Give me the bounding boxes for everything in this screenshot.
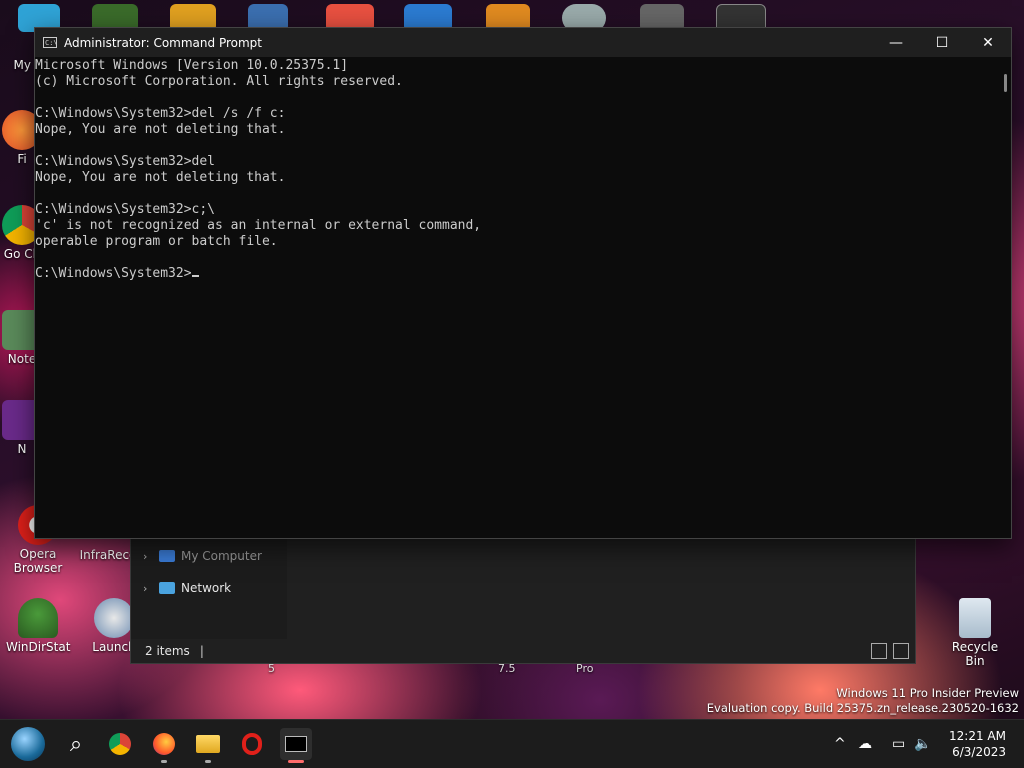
console-line: (c) Microsoft Corporation. All rights re… bbox=[35, 74, 403, 89]
cmd-app-icon: C:\ bbox=[43, 37, 58, 48]
taskbar: ⌕ ^ ☁ ▭ 🔈 12:21 AM 6/3/2023 bbox=[0, 719, 1024, 768]
search-icon: ⌕ bbox=[69, 731, 83, 757]
active-indicator bbox=[288, 760, 304, 763]
console-line: Nope, You are not deleting that. bbox=[35, 170, 286, 185]
prompt-text: C:\Windows\System32> bbox=[35, 266, 192, 281]
windirstat-desktop-icon[interactable]: WinDirStat bbox=[6, 598, 70, 654]
details-view-icon[interactable] bbox=[871, 643, 887, 659]
nav-item-label: My Computer bbox=[181, 549, 262, 563]
onedrive-icon[interactable]: ☁ bbox=[858, 736, 888, 752]
windows-watermark: Windows 11 Pro Insider Preview Evaluatio… bbox=[707, 686, 1019, 716]
console-line: C:\Windows\System32>c;\ bbox=[35, 202, 216, 217]
command-prompt-window[interactable]: C:\ Administrator: Command Prompt — ☐ ✕ … bbox=[34, 27, 1012, 539]
recycle-bin-desktop-icon[interactable]: Recycle Bin bbox=[942, 598, 1008, 668]
desktop-icon-label: WinDirStat bbox=[6, 640, 71, 654]
desktop-icon-label: N bbox=[17, 442, 27, 456]
desktop-icon-label: Note bbox=[7, 352, 37, 366]
computer-icon bbox=[159, 550, 175, 562]
running-indicator bbox=[161, 760, 167, 763]
nav-item-label: Network bbox=[181, 581, 232, 595]
firefox-taskbar-button[interactable] bbox=[148, 728, 180, 763]
terminal-taskbar-button[interactable] bbox=[280, 728, 312, 763]
console-line: C:\Windows\System32>del bbox=[35, 154, 216, 169]
desktop-icon-label: Recycle Bin bbox=[951, 640, 999, 668]
item-count: 2 items bbox=[145, 644, 190, 658]
recycle-bin-icon bbox=[959, 598, 991, 638]
running-indicator bbox=[205, 760, 211, 763]
system-tray: ^ ☁ ▭ 🔈 bbox=[834, 720, 934, 768]
search-button[interactable]: ⌕ bbox=[60, 728, 92, 760]
close-button[interactable]: ✕ bbox=[965, 28, 1011, 57]
window-controls: — ☐ ✕ bbox=[873, 28, 1011, 57]
firefox-icon bbox=[153, 733, 175, 755]
explorer-nav-pane: › My Computer › Network bbox=[131, 539, 287, 639]
windirstat-tree-icon bbox=[18, 598, 58, 638]
clock-time: 12:21 AM bbox=[949, 729, 1006, 743]
show-hidden-icons-chevron-icon[interactable]: ^ bbox=[834, 736, 850, 752]
text-cursor bbox=[191, 275, 199, 277]
clock-date: 6/3/2023 bbox=[952, 745, 1006, 759]
desktop-icon-label: Opera Browser bbox=[13, 547, 63, 575]
console-output[interactable]: Microsoft Windows [Version 10.0.25375.1]… bbox=[35, 57, 997, 538]
stray-label: 7.5 bbox=[498, 662, 516, 675]
chevron-right-icon[interactable]: › bbox=[143, 582, 159, 595]
console-line: Microsoft Windows [Version 10.0.25375.1] bbox=[35, 58, 349, 73]
nav-item-network[interactable]: › Network bbox=[143, 577, 231, 599]
terminal-icon bbox=[285, 736, 307, 752]
chrome-taskbar-button[interactable] bbox=[104, 728, 136, 760]
clock[interactable]: 12:21 AM 6/3/2023 bbox=[949, 728, 1006, 760]
console-line: Nope, You are not deleting that. bbox=[35, 122, 286, 137]
folder-icon bbox=[196, 735, 220, 753]
window-title: Administrator: Command Prompt bbox=[64, 35, 262, 50]
file-explorer-window[interactable]: › My Computer › Network 2 items | bbox=[130, 538, 916, 664]
console-line: operable program or batch file. bbox=[35, 234, 278, 249]
console-line: 'c' is not recognized as an internal or … bbox=[35, 218, 482, 233]
stray-label: 5 bbox=[268, 662, 275, 675]
start-button[interactable] bbox=[10, 726, 46, 762]
maximize-button[interactable]: ☐ bbox=[919, 28, 965, 57]
status-separator: | bbox=[199, 644, 204, 658]
network-icon[interactable]: ▭ bbox=[892, 736, 914, 752]
desktop-icon-label: Fi bbox=[17, 152, 27, 166]
minimize-button[interactable]: — bbox=[873, 28, 919, 57]
watermark-edition: Windows 11 Pro Insider Preview bbox=[836, 686, 1019, 700]
chevron-right-icon[interactable]: › bbox=[143, 550, 159, 563]
console-line: C:\Windows\System32>del /s /f c: bbox=[35, 106, 286, 121]
volume-icon[interactable]: 🔈 bbox=[914, 736, 934, 752]
large-icons-view-icon[interactable] bbox=[893, 643, 909, 659]
watermark-build: Evaluation copy. Build 25375.zn_release.… bbox=[706, 701, 1019, 715]
console-prompt-line[interactable]: C:\Windows\System32> bbox=[35, 266, 997, 282]
stray-label: Pro bbox=[576, 662, 594, 675]
chrome-icon bbox=[109, 733, 131, 755]
title-bar[interactable]: C:\ Administrator: Command Prompt — ☐ ✕ bbox=[35, 28, 1011, 57]
opera-taskbar-button[interactable] bbox=[236, 728, 268, 760]
network-icon bbox=[159, 582, 175, 594]
start-orb-icon bbox=[11, 727, 45, 761]
nav-item-my-computer[interactable]: › My Computer bbox=[143, 545, 262, 567]
desktop-icon-label: InfraReco bbox=[79, 548, 137, 562]
launch-icon bbox=[94, 598, 134, 638]
view-toggle bbox=[871, 643, 909, 659]
explorer-status-bar: 2 items | bbox=[131, 639, 915, 663]
opera-icon bbox=[242, 733, 262, 755]
scrollbar-thumb[interactable] bbox=[1004, 74, 1007, 92]
file-explorer-taskbar-button[interactable] bbox=[192, 728, 224, 763]
